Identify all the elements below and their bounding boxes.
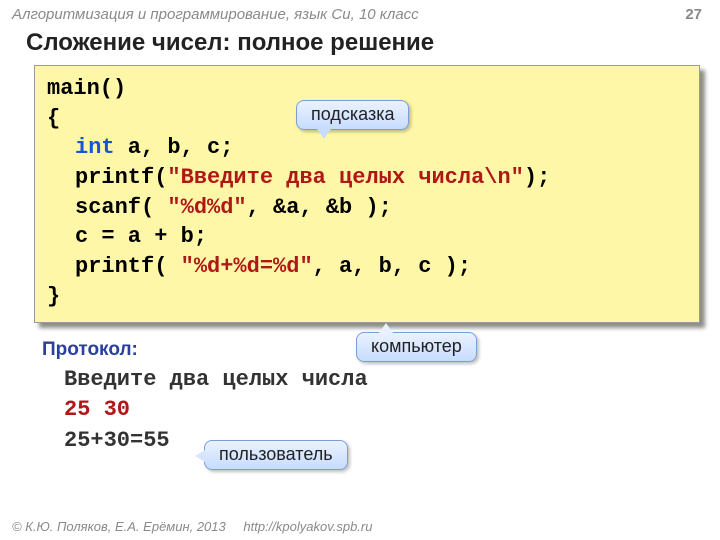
protocol-line: Введите два целых числа [64, 365, 720, 396]
protocol-line: 25+30=55 [64, 426, 720, 457]
code-line: printf("Введите два целых числа\n"); [47, 163, 687, 193]
slide-title: Сложение чисел: полное решение [0, 25, 720, 65]
code-line: scanf( "%d%d", &a, &b ); [47, 193, 687, 223]
page-number: 27 [685, 6, 702, 23]
protocol-user-input: 25 30 [64, 395, 720, 426]
code-line: int a, b, c; [47, 133, 687, 163]
callout-computer: компьютер [356, 332, 477, 362]
slide-header: Алгоритмизация и программирование, язык … [0, 0, 720, 25]
code-line: printf( "%d+%d=%d", a, b, c ); [47, 252, 687, 282]
callout-hint: подсказка [296, 100, 409, 130]
code-line: c = a + b; [47, 222, 687, 252]
code-line: } [47, 282, 687, 312]
footer-url: http://kpolyakov.spb.ru [243, 519, 372, 534]
slide-footer: © К.Ю. Поляков, Е.А. Ерёмин, 2013 http:/… [12, 519, 372, 534]
protocol-output: Введите два целых числа 25 30 25+30=55 [0, 365, 720, 457]
copyright: © К.Ю. Поляков, Е.А. Ерёмин, 2013 [12, 519, 226, 534]
course-name: Алгоритмизация и программирование, язык … [12, 6, 419, 23]
callout-user: пользователь [204, 440, 348, 470]
